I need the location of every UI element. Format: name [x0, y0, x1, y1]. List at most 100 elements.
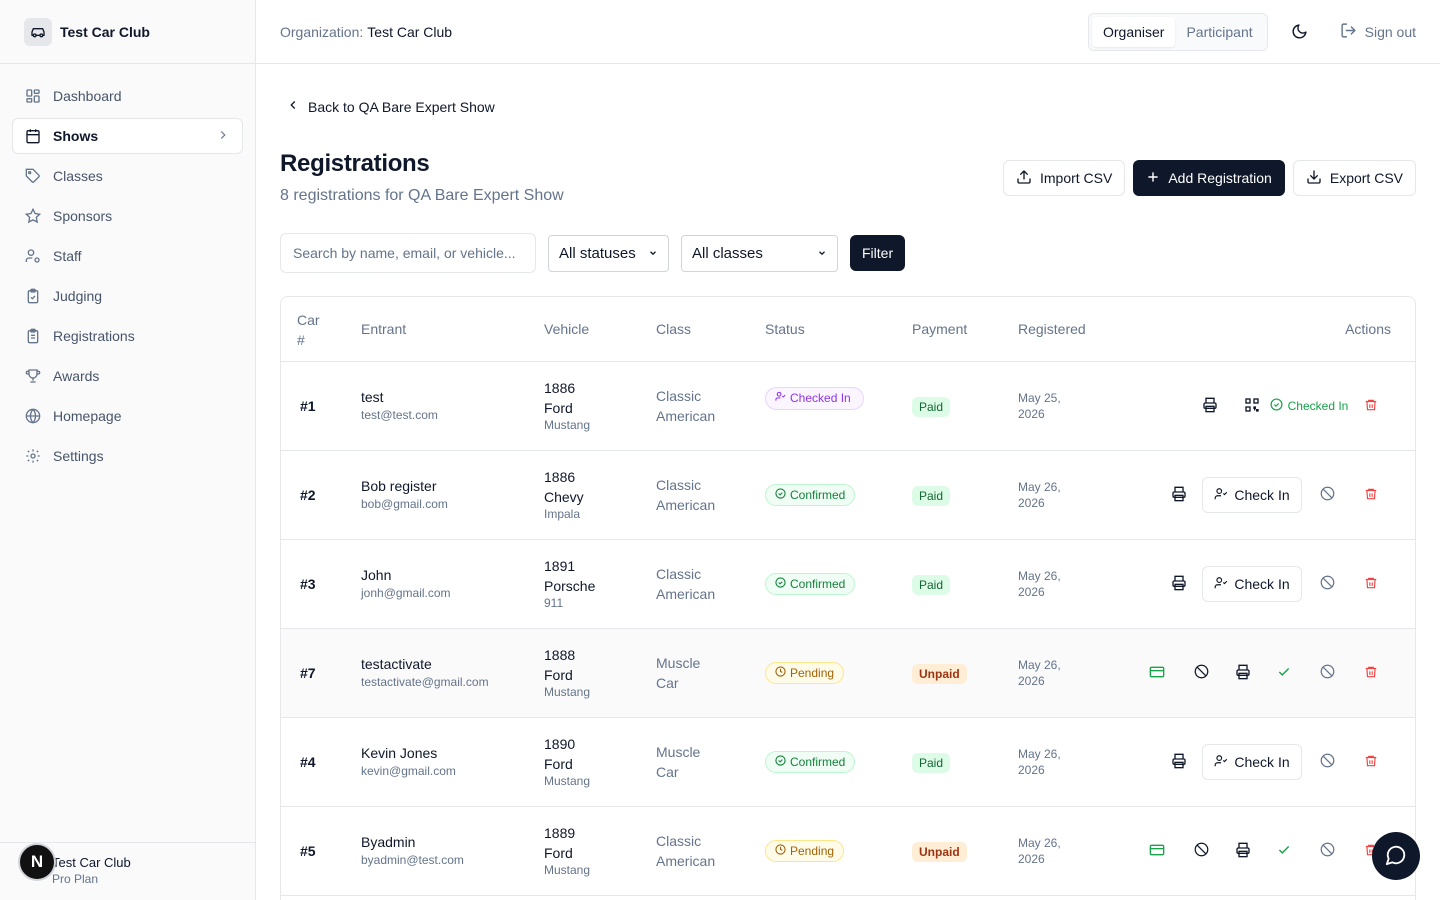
- sidebar-item-awards[interactable]: Awards: [12, 358, 243, 394]
- sidebar-item-sponsors[interactable]: Sponsors: [12, 198, 243, 234]
- export-csv-button[interactable]: Export CSV: [1292, 160, 1416, 196]
- registered-year: 2026: [1018, 763, 1045, 777]
- registered-date: May 26,: [1018, 480, 1061, 494]
- qr-code-icon: [1244, 397, 1260, 416]
- sidebar-item-dashboard[interactable]: Dashboard: [12, 78, 243, 114]
- col-actions: Actions: [1345, 321, 1391, 337]
- sidebar-item-shows[interactable]: Shows: [12, 118, 243, 154]
- payment-badge: Paid: [912, 575, 951, 595]
- col-registered: Registered: [1018, 321, 1086, 337]
- print-button[interactable]: [1194, 390, 1226, 422]
- car-number: #5: [300, 843, 316, 859]
- sidebar-item-judging[interactable]: Judging: [12, 278, 243, 314]
- reject-button[interactable]: [1311, 807, 1343, 895]
- status-badge: Confirmed: [765, 484, 856, 506]
- delete-button[interactable]: [1355, 629, 1387, 717]
- sidebar-item-classes[interactable]: Classes: [12, 158, 243, 194]
- cancel-button[interactable]: [1185, 629, 1217, 717]
- status-badge-label: Pending: [790, 666, 835, 680]
- entrant-name: Kevin Jones: [361, 745, 438, 761]
- sidebar-item-registrations[interactable]: Registrations: [12, 318, 243, 354]
- brand[interactable]: Test Car Club: [0, 0, 255, 64]
- sidebar-item-label: Shows: [53, 128, 99, 144]
- cancel-button[interactable]: [1311, 718, 1343, 806]
- search-input[interactable]: [280, 233, 536, 273]
- vehicle-cell: 1890 Ford Mustang: [544, 734, 590, 788]
- entrant-email: bob@gmail.com: [361, 497, 448, 511]
- registered-date: May 26,: [1018, 658, 1061, 672]
- entrant-name: John: [361, 567, 392, 583]
- chat-button[interactable]: [1372, 832, 1420, 880]
- sidebar-item-settings[interactable]: Settings: [12, 438, 243, 474]
- moon-icon[interactable]: [1290, 22, 1310, 42]
- print-button[interactable]: [1227, 807, 1259, 895]
- check-in-button[interactable]: Check In: [1202, 566, 1302, 602]
- sidebar-item-staff[interactable]: Staff: [12, 238, 243, 274]
- class-cell: Classic American: [656, 475, 715, 515]
- user-check-icon: [1214, 576, 1228, 593]
- check-in-button[interactable]: Check In: [1202, 744, 1302, 780]
- print-button[interactable]: [1163, 718, 1195, 806]
- status-badge: Pending: [765, 840, 845, 862]
- printer-icon: [1235, 664, 1251, 683]
- checked-in-label: Checked In: [1287, 399, 1349, 413]
- print-button[interactable]: [1163, 451, 1195, 539]
- delete-button[interactable]: [1355, 718, 1387, 806]
- mode-toggle: Organiser Participant: [1088, 12, 1268, 51]
- sign-out-button[interactable]: Sign out: [1340, 22, 1416, 42]
- col-car-line2: #: [297, 332, 305, 348]
- entrant-cell: John jonh@gmail.com: [361, 567, 451, 600]
- printer-icon: [1171, 753, 1187, 772]
- back-link[interactable]: Back to QA Bare Expert Show: [286, 98, 495, 115]
- sidebar-item-label: Homepage: [53, 408, 122, 424]
- dashboard-icon: [25, 88, 41, 104]
- ban-icon: [1194, 664, 1209, 682]
- payment-badge: Unpaid: [912, 664, 967, 684]
- reject-button[interactable]: [1311, 629, 1343, 717]
- mode-organiser-button[interactable]: Organiser: [1092, 16, 1176, 47]
- registered-cell: May 26, 2026: [1018, 835, 1061, 867]
- approve-button[interactable]: [1268, 629, 1300, 717]
- mark-paid-button[interactable]: [1141, 807, 1173, 895]
- delete-button[interactable]: [1355, 540, 1387, 628]
- class-line2: American: [656, 586, 716, 602]
- print-button[interactable]: [1163, 540, 1195, 628]
- brand-name: Test Car Club: [60, 23, 150, 40]
- vehicle-make: Ford: [544, 756, 573, 772]
- car-number: #7: [300, 665, 316, 681]
- export-csv-label: Export CSV: [1329, 170, 1403, 186]
- sidebar-item-homepage[interactable]: Homepage: [12, 398, 243, 434]
- mode-participant-button[interactable]: Participant: [1175, 17, 1263, 47]
- cancel-button[interactable]: [1311, 540, 1343, 628]
- status-badge: Checked In: [765, 387, 864, 410]
- vehicle-year: 1886: [544, 469, 576, 485]
- trash-icon: [1364, 398, 1378, 415]
- class-line1: Classic: [656, 388, 702, 404]
- table-row: #2 Bob register bob@gmail.com 1886 Chevy…: [281, 451, 1415, 540]
- check-circle-icon: [775, 577, 786, 591]
- registered-year: 2026: [1018, 674, 1045, 688]
- actions-cell: Check In: [1201, 718, 1303, 806]
- print-button[interactable]: [1227, 629, 1259, 717]
- registered-year: 2026: [1018, 496, 1045, 510]
- status-cell: Pending: [765, 662, 845, 684]
- table-row: #4 Kevin Jones kevin@gmail.com 1890 Ford…: [281, 718, 1415, 807]
- mark-paid-button[interactable]: [1141, 629, 1173, 717]
- add-registration-button[interactable]: Add Registration: [1133, 160, 1285, 196]
- check-in-button[interactable]: Check In: [1202, 477, 1302, 513]
- class-select[interactable]: All classes: [681, 234, 838, 272]
- delete-button[interactable]: [1355, 451, 1387, 539]
- sign-out-label: Sign out: [1364, 23, 1416, 40]
- status-select[interactable]: All statuses: [548, 234, 669, 272]
- car-number: #4: [300, 754, 316, 770]
- cancel-button[interactable]: [1185, 807, 1217, 895]
- main-content: Back to QA Bare Expert Show Registration…: [256, 64, 1440, 900]
- approve-button[interactable]: [1268, 807, 1300, 895]
- filter-button[interactable]: Filter: [850, 235, 906, 271]
- delete-button[interactable]: [1355, 362, 1387, 450]
- cancel-button[interactable]: [1311, 451, 1343, 539]
- avatar[interactable]: N: [18, 843, 56, 881]
- chevron-right-icon: [216, 128, 230, 145]
- registered-year: 2026: [1018, 852, 1045, 866]
- import-csv-button[interactable]: Import CSV: [1002, 160, 1126, 196]
